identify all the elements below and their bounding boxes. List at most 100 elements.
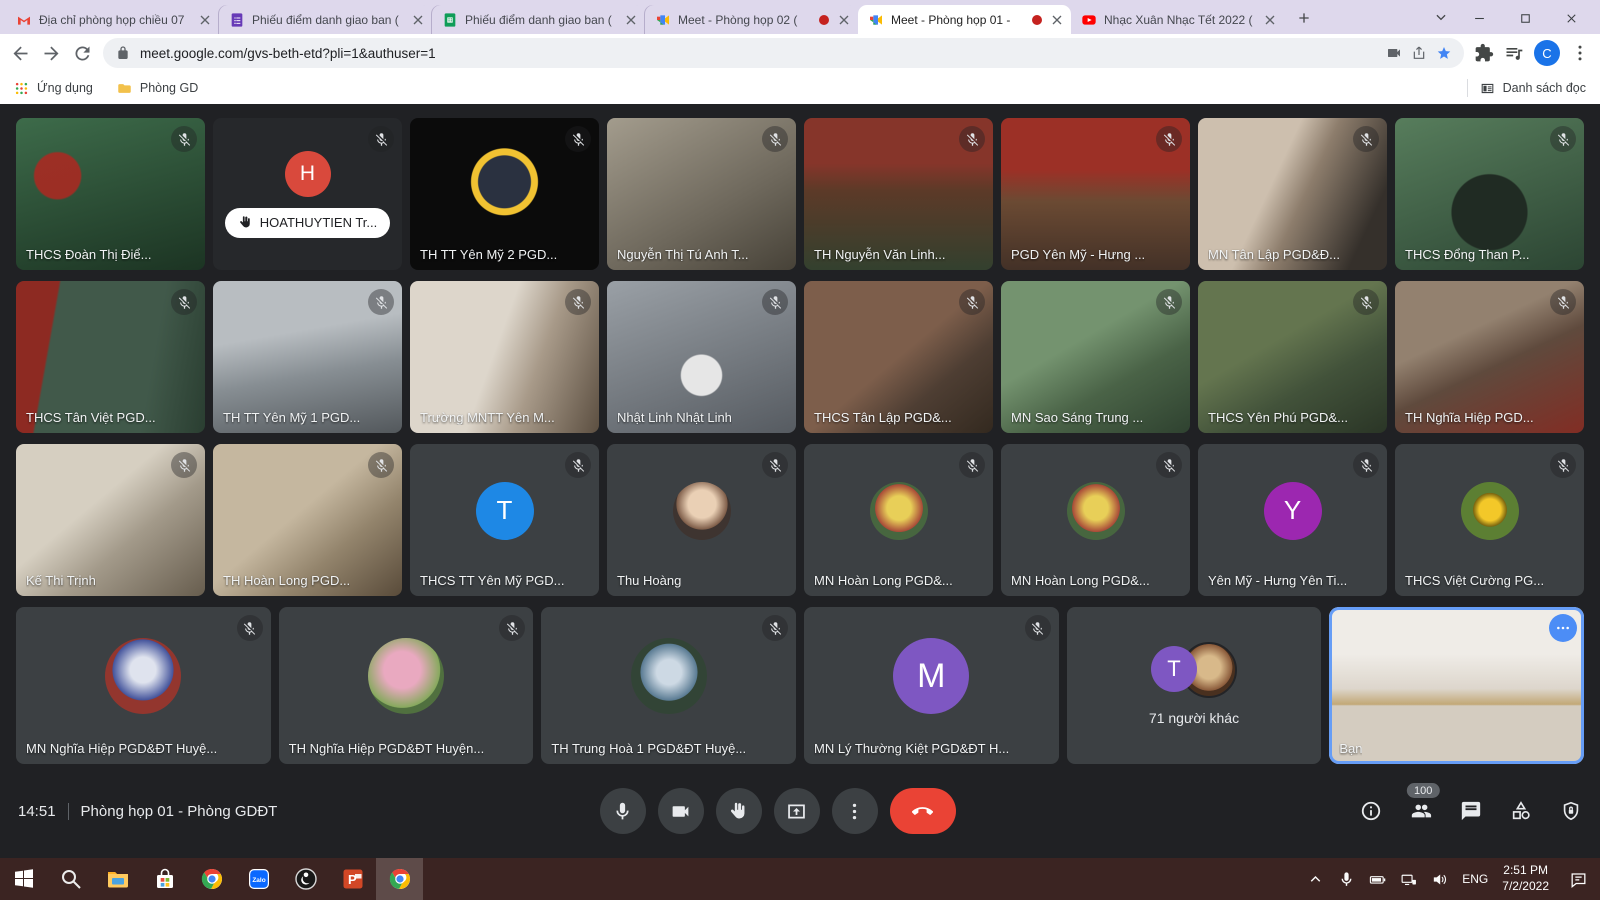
share-icon[interactable] <box>1411 45 1427 61</box>
participant-tile[interactable]: HHOATHUYTIEN Tr... <box>213 118 402 270</box>
participant-tile[interactable]: Nhật Linh Nhật Linh <box>607 281 796 433</box>
participant-tile[interactable]: THCS Đổng Than P... <box>1395 118 1584 270</box>
extensions-icon[interactable] <box>1474 43 1494 63</box>
forward-button[interactable] <box>41 43 62 64</box>
participant-tile[interactable]: Nguyễn Thị Tú Anh T... <box>607 118 796 270</box>
leave-call-button[interactable] <box>890 788 956 834</box>
tray-volume-icon[interactable] <box>1431 871 1448 888</box>
bookmark-apps[interactable]: Ứng dụng <box>14 81 93 96</box>
browser-menu-icon[interactable] <box>1570 43 1590 63</box>
address-bar[interactable]: meet.google.com/gvs-beth-etd?pli=1&authu… <box>103 38 1464 68</box>
phone-icon <box>912 801 933 822</box>
participant-tile[interactable]: MN Hoàn Long PGD&... <box>1001 444 1190 596</box>
new-tab-button[interactable] <box>1290 4 1318 32</box>
camera-in-use-icon[interactable] <box>1386 45 1402 61</box>
participant-tile[interactable]: Kế Thi Trịnh <box>16 444 205 596</box>
participant-tile[interactable]: MMN Lý Thường Kiệt PGD&ĐT H... <box>804 607 1059 764</box>
participant-tile[interactable]: THCS Việt Cường PG... <box>1395 444 1584 596</box>
tab-search-button[interactable] <box>1426 2 1456 32</box>
language-indicator[interactable]: ENG <box>1462 872 1488 886</box>
taskbar-search[interactable] <box>47 858 94 900</box>
bookmark-folder-phong-gd[interactable]: Phòng GD <box>117 81 198 96</box>
browser-tab[interactable]: Nhạc Xuân Nhạc Tết 2022 ( <box>1071 5 1284 34</box>
browser-tab[interactable]: Phiếu điểm danh giao ban ( <box>432 5 645 34</box>
browser-tab[interactable]: Meet - Phòng họp 02 ( <box>645 5 858 34</box>
tab-close-button[interactable] <box>1049 12 1065 28</box>
url-text[interactable]: meet.google.com/gvs-beth-etd?pli=1&authu… <box>140 46 1377 61</box>
notification-center-icon[interactable] <box>1569 870 1588 889</box>
participant-tile[interactable]: PGD Yên Mỹ - Hưng ... <box>1001 118 1190 270</box>
back-button[interactable] <box>10 43 31 64</box>
lock-icon[interactable] <box>115 45 131 61</box>
participant-tile[interactable]: MN Nghĩa Hiệp PGD&ĐT Huyệ... <box>16 607 271 764</box>
mic-muted-indicator <box>959 289 985 315</box>
tray-network-icon[interactable] <box>1400 871 1417 888</box>
chat-button[interactable] <box>1460 800 1482 822</box>
participant-tile[interactable]: TH Trung Hoà 1 PGD&ĐT Huyệ... <box>541 607 796 764</box>
window-minimize-button[interactable] <box>1456 2 1502 34</box>
participant-tile[interactable]: Bạn <box>1329 607 1584 764</box>
tray-microphone-icon[interactable] <box>1338 871 1355 888</box>
browser-tab[interactable]: Phiếu điểm danh giao ban ( <box>219 5 432 34</box>
participant-tile[interactable]: THCS Tân Lập PGD&... <box>804 281 993 433</box>
taskbar-clock[interactable]: 2:51 PM 7/2/2022 <box>1502 863 1549 894</box>
participant-tile[interactable]: THCS Tân Việt PGD... <box>16 281 205 433</box>
reading-list-button[interactable]: Danh sách đọc <box>1480 81 1586 96</box>
browser-tab[interactable]: Meet - Phòng họp 01 - <box>858 5 1071 34</box>
participant-photo-avatar <box>1461 482 1519 540</box>
participant-tile[interactable]: TH Nghĩa Hiệp PGD&ĐT Huyện... <box>279 607 534 764</box>
start-button[interactable] <box>0 858 47 900</box>
tab-close-button[interactable] <box>197 12 213 28</box>
shield-icon <box>1560 800 1582 822</box>
participant-tile[interactable]: T71 người khác <box>1067 607 1322 764</box>
meeting-details-button[interactable] <box>1360 800 1382 822</box>
participant-tile[interactable]: TH TT Yên Mỹ 2 PGD... <box>410 118 599 270</box>
chrome-active[interactable] <box>376 858 423 900</box>
bookmark-star-icon[interactable] <box>1436 45 1452 61</box>
powerpoint[interactable]: P <box>329 858 376 900</box>
tab-close-button[interactable] <box>623 12 639 28</box>
reload-button[interactable] <box>72 43 93 64</box>
self-view-options-button[interactable] <box>1549 614 1577 642</box>
obs-studio[interactable] <box>282 858 329 900</box>
tray-expand-icon[interactable] <box>1307 871 1324 888</box>
tray-battery-icon[interactable] <box>1369 871 1386 888</box>
mic-button[interactable] <box>600 788 646 834</box>
participant-tile[interactable]: THCS Yên Phú PGD&... <box>1198 281 1387 433</box>
participant-tile[interactable]: MN Sao Sáng Trung ... <box>1001 281 1190 433</box>
zalo[interactable]: Zalo <box>235 858 282 900</box>
participant-tile[interactable]: THCS Đoàn Thị Điể... <box>16 118 205 270</box>
mic-off-icon <box>1030 621 1045 636</box>
chrome[interactable] <box>188 858 235 900</box>
present-screen-button[interactable] <box>774 788 820 834</box>
call-controls <box>600 788 956 834</box>
profile-avatar[interactable]: C <box>1534 40 1560 66</box>
tab-close-button[interactable] <box>1262 12 1278 28</box>
participant-tile[interactable]: Trường MNTT Yên M... <box>410 281 599 433</box>
media-controls-icon[interactable] <box>1504 43 1524 63</box>
participant-tile[interactable]: TTHCS TT Yên Mỹ PGD... <box>410 444 599 596</box>
tab-close-button[interactable] <box>836 12 852 28</box>
participant-tile[interactable]: YYên Mỹ - Hưng Yên Ti... <box>1198 444 1387 596</box>
host-controls-button[interactable] <box>1560 800 1582 822</box>
participant-tile[interactable]: TH Nguyễn Văn Linh... <box>804 118 993 270</box>
participant-tile[interactable]: TH Hoàn Long PGD... <box>213 444 402 596</box>
participant-tile[interactable]: Thu Hoàng <box>607 444 796 596</box>
window-maximize-button[interactable] <box>1502 2 1548 34</box>
participant-tile[interactable]: MN Hoàn Long PGD&... <box>804 444 993 596</box>
microsoft-store[interactable] <box>141 858 188 900</box>
participant-tile[interactable]: TH Nghĩa Hiệp PGD... <box>1395 281 1584 433</box>
window-close-button[interactable] <box>1548 2 1594 34</box>
reading-list-label: Danh sách đọc <box>1503 81 1586 95</box>
participant-tile[interactable]: TH TT Yên Mỹ 1 PGD... <box>213 281 402 433</box>
browser-tab[interactable]: Địa chỉ phòng họp chiều 07 <box>6 5 219 34</box>
raise-hand-button[interactable] <box>716 788 762 834</box>
activities-button[interactable] <box>1510 800 1532 822</box>
camera-button[interactable] <box>658 788 704 834</box>
tab-close-button[interactable] <box>410 12 426 28</box>
file-explorer[interactable] <box>94 858 141 900</box>
more-options-button[interactable] <box>832 788 878 834</box>
participant-name: TH Nghĩa Hiệp PGD... <box>1405 410 1534 425</box>
participants-button[interactable]: 100 <box>1410 800 1432 822</box>
participant-tile[interactable]: MN Tân Lập PGD&Đ... <box>1198 118 1387 270</box>
